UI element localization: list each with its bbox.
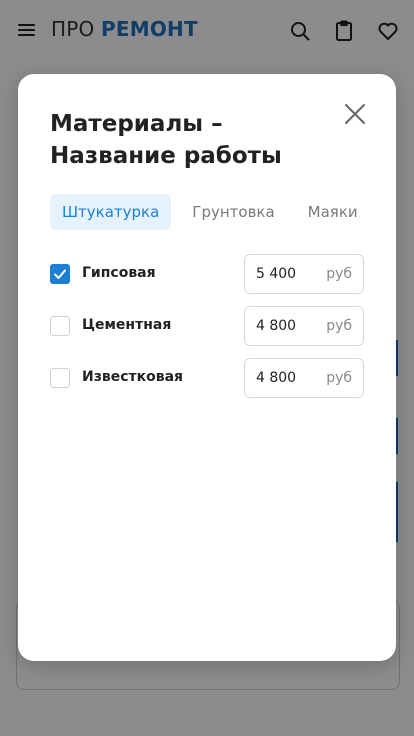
item-label: Известковая	[82, 369, 184, 385]
tab-gruntovka[interactable]: Грунтовка	[180, 194, 286, 230]
price-value: 4 800	[256, 318, 297, 334]
list-item: Известковая 4 800 руб	[50, 358, 364, 398]
item-label: Гипсовая	[82, 265, 156, 281]
price-field[interactable]: 4 800 руб	[244, 306, 364, 346]
price-value: 4 800	[256, 370, 297, 386]
material-list: Гипсовая 5 400 руб Цементная 4 800 руб И…	[50, 254, 364, 410]
list-item: Гипсовая 5 400 руб	[50, 254, 364, 294]
modal-title: Материалы – Название работы	[50, 111, 282, 169]
materials-modal: Материалы – Название работы Штукатурка Г…	[18, 74, 396, 661]
item-label: Цементная	[82, 317, 172, 333]
check-icon	[54, 269, 66, 279]
price-unit: руб	[326, 266, 352, 282]
price-unit: руб	[326, 370, 352, 386]
gypsum-checkbox[interactable]	[50, 264, 70, 284]
list-item: Цементная 4 800 руб	[50, 306, 364, 346]
price-value: 5 400	[256, 266, 297, 282]
price-field[interactable]: 5 400 руб	[244, 254, 364, 294]
tab-shtukaturka[interactable]: Штукатурка	[50, 194, 172, 230]
close-icon[interactable]	[344, 103, 366, 125]
price-unit: руб	[326, 318, 352, 334]
price-field[interactable]: 4 800 руб	[244, 358, 364, 398]
lime-checkbox[interactable]	[50, 368, 70, 388]
tab-mayaki[interactable]: Маяки	[296, 194, 370, 230]
material-tabs: Штукатурка Грунтовка Маяки	[50, 194, 396, 230]
cement-checkbox[interactable]	[50, 316, 70, 336]
